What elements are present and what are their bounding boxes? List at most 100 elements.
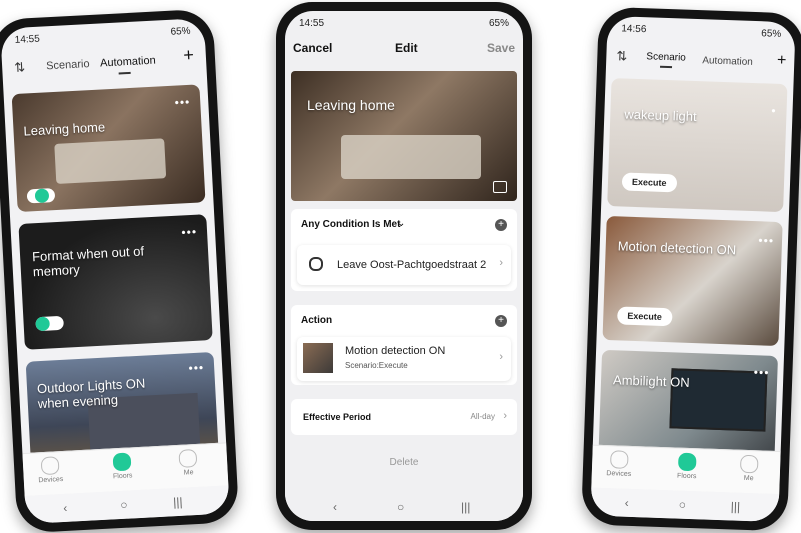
add-action-icon[interactable]: + (495, 315, 507, 327)
floors-icon (677, 452, 697, 472)
status-bar: 14:56 65% (607, 16, 796, 45)
tab-scenario[interactable]: Scenario (646, 51, 686, 63)
condition-text: Leave Oost-Pachtgoedstraat 2 (337, 259, 487, 271)
chevron-right-icon: › (503, 410, 507, 422)
tab-floors[interactable]: Floors (96, 448, 148, 482)
save-button[interactable]: Save (487, 41, 515, 55)
sort-icon[interactable]: ⇅ (616, 48, 627, 64)
card-leaving-home[interactable]: Leaving home ••• (11, 84, 206, 213)
back-icon[interactable]: ‹ (333, 500, 337, 514)
tab-indicator (660, 65, 673, 69)
card-format-memory[interactable]: Format when out of memory ••• (18, 214, 213, 350)
add-condition-icon[interactable]: + (495, 219, 507, 231)
more-icon[interactable]: • (771, 104, 777, 118)
card-title: Format when out of memory (31, 243, 145, 280)
chevron-down-icon[interactable]: ⌄ (397, 218, 405, 229)
tab-devices[interactable]: Devices (594, 446, 645, 479)
system-nav-bar: ‹ ○ ||| (285, 493, 523, 521)
action-item[interactable]: Motion detection ON Scenario:Execute › (297, 337, 511, 381)
more-icon[interactable]: ••• (181, 225, 197, 240)
back-icon[interactable]: ‹ (625, 496, 629, 510)
tab-label: Devices (38, 475, 64, 485)
tab-automation[interactable]: Automation (100, 55, 156, 70)
action-section: Action + Motion detection ON Scenario:Ex… (291, 305, 517, 385)
recents-icon[interactable]: ||| (173, 495, 183, 509)
chevron-right-icon: › (499, 351, 503, 363)
condition-header[interactable]: Any Condition Is Met (301, 219, 400, 230)
hero-image: Leaving home (291, 71, 517, 201)
card-title: Ambilight ON (612, 372, 690, 390)
sort-icon[interactable]: ⇅ (14, 59, 26, 76)
card-title: Outdoor Lights ON when evening (36, 375, 146, 412)
phone-right: 14:56 65% ⇅ Scenario Automation + wakeup… (581, 6, 801, 532)
execute-button[interactable]: Execute (617, 306, 673, 327)
more-icon[interactable]: ••• (754, 365, 770, 380)
devices-icon (40, 456, 60, 476)
status-time: 14:55 (299, 18, 325, 29)
home-icon[interactable]: ○ (397, 500, 404, 514)
more-icon[interactable]: ••• (188, 360, 204, 375)
action-header: Action (301, 315, 333, 326)
devices-icon (609, 450, 629, 469)
tab-label: Me (743, 474, 754, 483)
phone-left: 14:55 65% ⇅ Scenario Automation + Leavin… (0, 8, 240, 533)
tab-devices[interactable]: Devices (24, 451, 76, 485)
cancel-button[interactable]: Cancel (293, 41, 332, 55)
floors-icon (112, 452, 132, 472)
tab-me[interactable]: Me (162, 444, 214, 478)
bottom-tab-bar: Devices Floors Me (591, 444, 781, 495)
system-nav-bar: ‹ ○ ||| (590, 487, 780, 523)
back-icon[interactable]: ‹ (63, 501, 68, 515)
location-icon (309, 257, 323, 271)
screen-center: 14:55 65% Cancel Edit Save Leaving home … (285, 11, 523, 521)
image-icon[interactable] (493, 181, 507, 193)
status-time: 14:55 (14, 33, 41, 46)
tab-automation[interactable]: Automation (702, 55, 753, 68)
status-bar: 14:55 65% (285, 11, 523, 33)
recents-icon[interactable]: ||| (461, 500, 470, 514)
tab-label: Me (183, 469, 194, 477)
status-time: 14:56 (621, 23, 647, 36)
tab-scenario[interactable]: Scenario (46, 58, 90, 72)
page-title: Edit (395, 41, 418, 55)
status-battery: 65% (170, 25, 191, 38)
add-icon[interactable]: + (183, 45, 195, 67)
status-battery: 65% (761, 28, 782, 40)
phone-center: 14:55 65% Cancel Edit Save Leaving home … (276, 2, 532, 530)
execute-button[interactable]: Execute (621, 172, 677, 193)
home-icon[interactable]: ○ (679, 498, 687, 512)
more-icon[interactable]: ••• (174, 95, 190, 110)
card-title: Motion detection ON (617, 238, 737, 258)
delete-button[interactable]: Delete (285, 457, 523, 468)
status-bar: 14:55 65% (0, 18, 205, 51)
tab-label: Devices (606, 470, 632, 478)
me-icon (739, 454, 759, 474)
card-title: wakeup light (624, 106, 697, 125)
screen-left: 14:55 65% ⇅ Scenario Automation + Leavin… (0, 18, 230, 524)
period-value: All-day (470, 412, 495, 421)
add-icon[interactable]: + (777, 52, 787, 70)
period-label: Effective Period (303, 412, 372, 422)
card-motion-detection[interactable]: Motion detection ON ••• Execute (602, 215, 783, 347)
enable-toggle[interactable] (35, 315, 65, 332)
me-icon (178, 448, 198, 468)
tab-label: Floors (676, 472, 697, 481)
condition-section: Any Condition Is Met ⌄ + Leave Oost-Pach… (291, 209, 517, 291)
screen-right: 14:56 65% ⇅ Scenario Automation + wakeup… (590, 15, 796, 523)
effective-period-row[interactable]: Effective Period All-day › (291, 399, 517, 435)
home-icon[interactable]: ○ (120, 498, 128, 512)
card-title: Leaving home (23, 119, 106, 139)
room-image (54, 138, 167, 184)
condition-item[interactable]: Leave Oost-Pachtgoedstraat 2 › (297, 245, 511, 285)
tab-me[interactable]: Me (724, 450, 775, 483)
enable-toggle[interactable] (26, 188, 56, 204)
recents-icon[interactable]: ||| (730, 499, 740, 513)
more-icon[interactable]: ••• (758, 233, 774, 248)
card-wakeup-light[interactable]: wakeup light • Execute (607, 78, 788, 213)
action-subtitle: Scenario:Execute (345, 361, 408, 370)
action-title: Motion detection ON (345, 345, 446, 357)
tab-floors[interactable]: Floors (662, 448, 713, 481)
tab-indicator (118, 71, 131, 75)
action-thumbnail (303, 343, 333, 373)
tab-label: Floors (112, 472, 133, 481)
